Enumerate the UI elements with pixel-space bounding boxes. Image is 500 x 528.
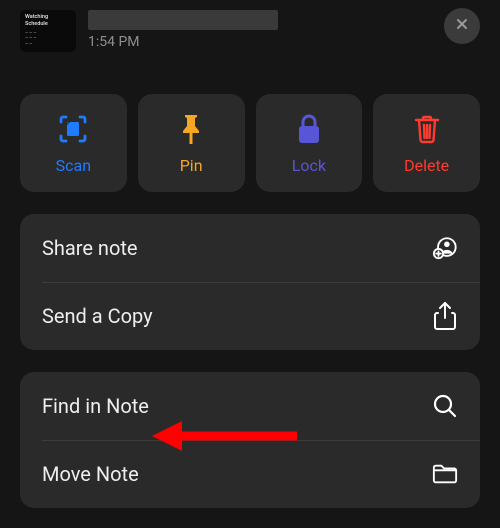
send-copy-label: Send a Copy [42, 304, 153, 328]
note-thumbnail[interactable]: Watching Schedule — — —— — —— — [20, 10, 76, 52]
close-button[interactable] [444, 8, 480, 44]
thumbnail-title: Watching Schedule [25, 14, 71, 28]
quick-actions: Scan Pin Lock [0, 94, 500, 192]
pin-button[interactable]: Pin [138, 94, 245, 192]
lock-icon [295, 112, 323, 146]
title-block: 1:54 PM [88, 10, 432, 50]
share-collaborate-icon [432, 235, 458, 261]
move-note-label: Move Note [42, 462, 139, 486]
lock-button[interactable]: Lock [256, 94, 363, 192]
delete-button[interactable]: Delete [373, 94, 480, 192]
send-copy-item[interactable]: Send a Copy [20, 282, 480, 350]
menu-group-share: Share note Send a Copy [20, 214, 480, 350]
share-note-label: Share note [42, 236, 138, 260]
trash-icon [413, 112, 441, 146]
share-note-item[interactable]: Share note [20, 214, 480, 282]
note-title-redacted [88, 10, 278, 30]
close-icon [454, 16, 470, 36]
pin-label: Pin [180, 156, 203, 175]
scan-icon [56, 112, 90, 146]
share-up-icon [432, 303, 458, 329]
delete-label: Delete [404, 156, 449, 175]
menu-group-note: Find in Note Move Note [20, 372, 480, 508]
pin-icon [176, 112, 206, 146]
search-icon [432, 393, 458, 419]
scan-button[interactable]: Scan [20, 94, 127, 192]
scan-label: Scan [56, 156, 91, 175]
note-timestamp: 1:54 PM [88, 34, 432, 50]
folder-icon [432, 461, 458, 487]
move-note-item[interactable]: Move Note [20, 440, 480, 508]
find-in-note-item[interactable]: Find in Note [20, 372, 480, 440]
header-row: Watching Schedule — — —— — —— — 1:54 PM [0, 0, 500, 52]
find-in-note-label: Find in Note [42, 394, 149, 418]
lock-label: Lock [292, 156, 326, 175]
